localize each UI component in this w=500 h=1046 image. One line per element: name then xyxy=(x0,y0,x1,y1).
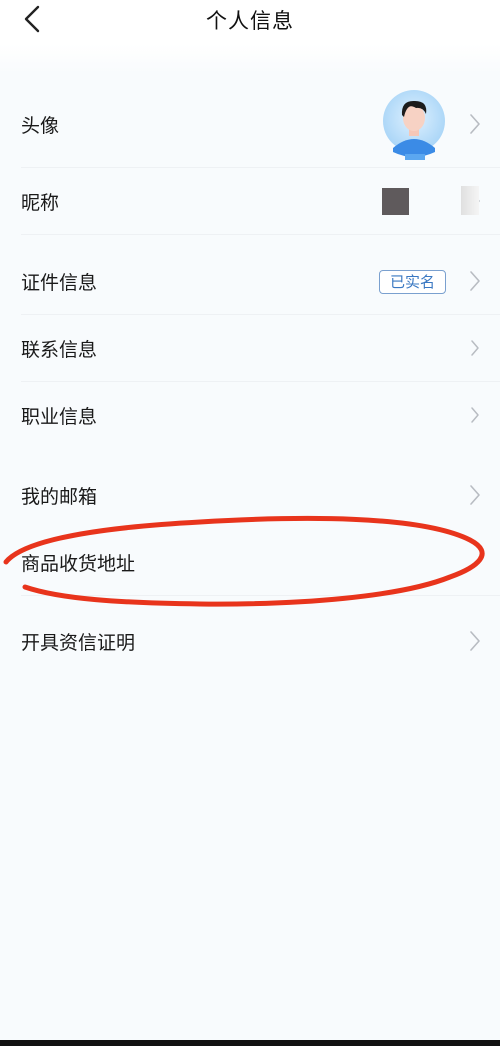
divider xyxy=(21,234,500,235)
divider xyxy=(21,595,500,596)
row-id-info-label: 证件信息 xyxy=(21,271,98,294)
bottom-edge-bar xyxy=(0,1040,500,1046)
page-title: 个人信息 xyxy=(206,9,294,33)
verified-badge: 已实名 xyxy=(379,270,446,294)
row-contact-info[interactable]: 联系信息 xyxy=(0,315,500,381)
avatar-image[interactable] xyxy=(383,90,446,160)
row-avatar-label: 头像 xyxy=(21,114,60,137)
header-shadow xyxy=(0,44,500,74)
row-career-label: 职业信息 xyxy=(21,405,98,428)
nickname-redacted-fade xyxy=(461,186,479,215)
row-address-label: 商品收货地址 xyxy=(21,552,136,575)
row-email-label: 我的邮箱 xyxy=(21,485,98,508)
chevron-right-icon xyxy=(467,403,483,427)
chevron-right-icon xyxy=(467,269,483,293)
row-nickname[interactable]: 昵称 xyxy=(0,168,500,234)
row-contact-label: 联系信息 xyxy=(21,338,98,361)
row-shipping-address[interactable]: 商品收货地址 xyxy=(0,529,500,595)
nickname-redacted-block xyxy=(382,188,409,215)
chevron-right-icon xyxy=(467,483,483,507)
personal-info-page: 个人信息 头像 昵称 证件信息 已实名 联系信息 职业信息 我的邮箱 商品收货地… xyxy=(0,0,500,1046)
chevron-right-icon xyxy=(467,336,483,360)
row-nickname-label: 昵称 xyxy=(21,191,60,214)
row-credit-certificate[interactable]: 开具资信证明 xyxy=(0,608,500,674)
row-credit-label: 开具资信证明 xyxy=(21,631,136,654)
chevron-right-icon xyxy=(467,629,483,653)
row-email[interactable]: 我的邮箱 xyxy=(0,462,500,528)
row-career-info[interactable]: 职业信息 xyxy=(0,382,500,448)
top-nav-bar: 个人信息 xyxy=(0,0,500,44)
chevron-right-icon xyxy=(467,112,483,136)
